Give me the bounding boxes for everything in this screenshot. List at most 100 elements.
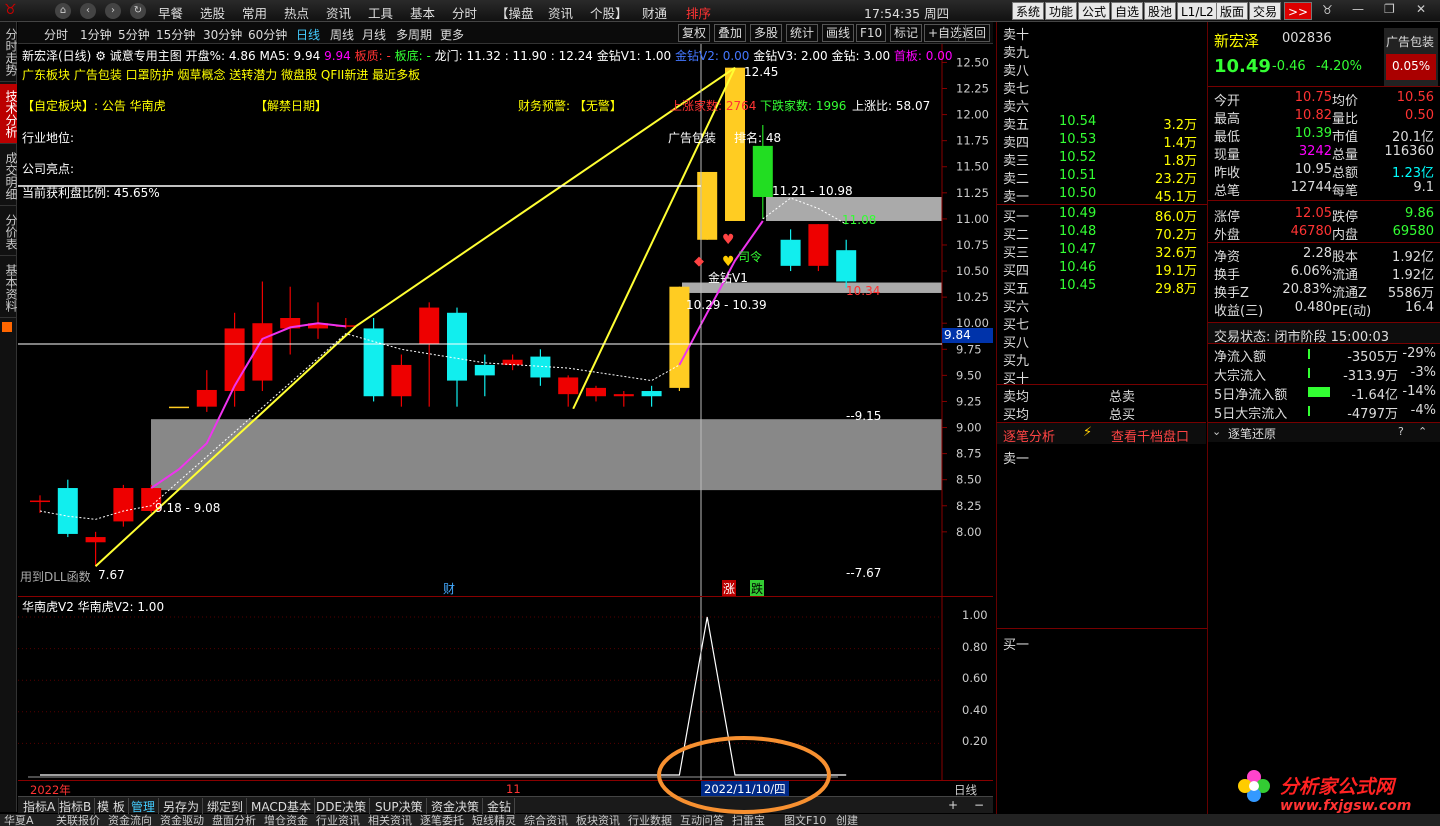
btn-stock-pool[interactable]: 股池 bbox=[1144, 2, 1177, 20]
menu-news[interactable]: 资讯 bbox=[326, 3, 351, 22]
menu-stock[interactable]: 个股】 bbox=[590, 3, 628, 22]
tool-restore-rights[interactable]: 复权 bbox=[678, 24, 711, 42]
tool-f10[interactable]: F10 bbox=[856, 24, 887, 42]
ask-level-price[interactable]: 10.51 bbox=[1059, 168, 1096, 183]
tool-stats[interactable]: 统计 bbox=[786, 24, 819, 42]
bid-level-price[interactable]: 10.45 bbox=[1059, 278, 1096, 293]
refresh-icon[interactable]: ↻ bbox=[130, 3, 146, 19]
menu-common[interactable]: 常用 bbox=[242, 3, 267, 22]
ind-dde[interactable]: DDE决策 bbox=[313, 798, 371, 815]
ask-level-price[interactable]: 10.53 bbox=[1059, 132, 1096, 147]
tab-technical[interactable]: 技术分析 bbox=[0, 84, 18, 144]
tool-multi-stock[interactable]: 多股 bbox=[750, 24, 783, 42]
gear-icon[interactable]: ⚙ bbox=[95, 49, 106, 63]
bid-level-price[interactable]: 10.48 bbox=[1059, 224, 1096, 239]
bottom-tab[interactable]: 增仓资金 bbox=[264, 814, 308, 826]
btn-more[interactable]: >> bbox=[1284, 2, 1313, 20]
menu-hotspot[interactable]: 热点 bbox=[284, 3, 309, 22]
period-15min[interactable]: 15分钟 bbox=[156, 26, 195, 43]
ind-b[interactable]: 指标B bbox=[56, 798, 96, 815]
minimize-icon[interactable]: — bbox=[1352, 2, 1364, 16]
indicator-chart[interactable] bbox=[18, 596, 993, 780]
bottom-tab[interactable]: 华夏A bbox=[4, 814, 34, 826]
period-weekly[interactable]: 周线 bbox=[330, 26, 354, 43]
bottom-tab[interactable]: 创建 bbox=[836, 814, 858, 826]
btn-function[interactable]: 功能 bbox=[1045, 2, 1078, 20]
bottom-tab[interactable]: 资金流向 bbox=[108, 814, 152, 826]
bid-level-price[interactable]: 10.49 bbox=[1059, 206, 1096, 221]
bottom-tab[interactable]: 综合资讯 bbox=[524, 814, 568, 826]
main-formula-name[interactable]: 诚意专用主图 bbox=[110, 49, 182, 63]
help-icon[interactable]: ? bbox=[1398, 425, 1404, 438]
marker-limit-up[interactable]: 涨 bbox=[722, 580, 737, 597]
btn-formula[interactable]: 公式 bbox=[1078, 2, 1111, 20]
close-icon[interactable]: ✕ bbox=[1416, 2, 1426, 16]
menu-sort[interactable]: 排序 bbox=[686, 3, 711, 22]
bottom-tab[interactable]: 逐笔委托 bbox=[420, 814, 464, 826]
tool-back[interactable]: 返回 bbox=[958, 24, 991, 42]
menu-caitong[interactable]: 财通 bbox=[642, 3, 667, 22]
period-30min[interactable]: 30分钟 bbox=[203, 26, 242, 43]
back-icon[interactable]: ‹ bbox=[80, 3, 96, 19]
period-timeshare[interactable]: 分时 bbox=[44, 26, 68, 43]
btn-watchlist[interactable]: 自选 bbox=[1111, 2, 1144, 20]
ind-macd[interactable]: MACD基本 bbox=[248, 798, 315, 815]
menu-stock-select[interactable]: 选股 bbox=[200, 3, 225, 22]
ind-manage[interactable]: 管理 bbox=[128, 798, 160, 815]
bottom-tab[interactable]: 相关资讯 bbox=[368, 814, 412, 826]
ask-level-price[interactable]: 10.52 bbox=[1059, 150, 1096, 165]
bottom-tab[interactable]: 短线精灵 bbox=[472, 814, 516, 826]
bottom-tab[interactable]: 行业资讯 bbox=[316, 814, 360, 826]
ask-level-price[interactable]: 10.54 bbox=[1059, 114, 1096, 129]
ind-template[interactable]: 模 板 bbox=[94, 798, 129, 815]
menu-timeshare[interactable]: 分时 bbox=[452, 3, 477, 22]
ind-fund[interactable]: 资金决策 bbox=[428, 798, 484, 815]
tool-overlay[interactable]: 叠加 bbox=[714, 24, 747, 42]
forward-icon[interactable]: › bbox=[105, 3, 121, 19]
ind-jinzuan[interactable]: 金钻 bbox=[484, 798, 516, 815]
marker-finance[interactable]: 财 bbox=[443, 580, 455, 597]
bottom-tab[interactable]: 关联报价 bbox=[56, 814, 100, 826]
btn-layout[interactable]: 版面 bbox=[1216, 2, 1249, 20]
home-icon[interactable]: ⌂ bbox=[55, 3, 71, 19]
menu-tools[interactable]: 工具 bbox=[368, 3, 393, 22]
collapse-icon[interactable]: ⌃ bbox=[1418, 425, 1427, 438]
menu-breakfast[interactable]: 早餐 bbox=[158, 3, 183, 22]
collapse-arrow-icon[interactable] bbox=[2, 322, 12, 332]
chevron-down-icon[interactable]: ⌄ bbox=[1212, 425, 1221, 438]
zoom-in-icon[interactable]: + bbox=[948, 798, 958, 812]
bid-level-price[interactable]: 10.47 bbox=[1059, 242, 1096, 257]
period-monthly[interactable]: 月线 bbox=[362, 26, 386, 43]
tab-basic-info[interactable]: 基本资料 bbox=[0, 258, 18, 318]
ask-level-price[interactable]: 10.50 bbox=[1059, 186, 1096, 201]
tab-deals[interactable]: 成交明细 bbox=[0, 146, 18, 206]
tick-analysis-tab[interactable]: 逐笔分析 bbox=[1003, 426, 1055, 445]
marker-limit-down[interactable]: 跌 bbox=[750, 580, 765, 597]
ind-a[interactable]: 指标A bbox=[20, 798, 60, 815]
period-60min[interactable]: 60分钟 bbox=[248, 26, 287, 43]
bottom-tab[interactable]: 板块资讯 bbox=[576, 814, 620, 826]
btn-trade[interactable]: 交易 bbox=[1249, 2, 1282, 20]
period-more[interactable]: 更多 bbox=[440, 26, 464, 43]
period-daily[interactable]: 日线 bbox=[296, 26, 320, 43]
tab-timeshare[interactable]: 分时走势 bbox=[0, 22, 18, 82]
tool-mark[interactable]: 标记 bbox=[890, 24, 923, 42]
menu-trade[interactable]: 【操盘 bbox=[496, 3, 534, 22]
zoom-out-icon[interactable]: − bbox=[974, 798, 984, 812]
bottom-tab[interactable]: 盘面分析 bbox=[212, 814, 256, 826]
maximize-icon[interactable]: ❐ bbox=[1384, 2, 1395, 16]
bid-level-price[interactable]: 10.46 bbox=[1059, 260, 1096, 275]
tool-draw-line[interactable]: 画线 bbox=[822, 24, 855, 42]
period-5min[interactable]: 5分钟 bbox=[118, 26, 150, 43]
tick-restore-label[interactable]: 逐笔还原 bbox=[1228, 425, 1276, 442]
ind-bind[interactable]: 绑定到 bbox=[204, 798, 248, 815]
view-depth-link[interactable]: 查看千档盘口 bbox=[1111, 426, 1189, 445]
ind-sup[interactable]: SUP决策 bbox=[372, 798, 427, 815]
btn-level[interactable]: L1/L2 bbox=[1177, 2, 1218, 20]
tab-price-table[interactable]: 分价表 bbox=[0, 208, 18, 256]
ind-save-as[interactable]: 另存为 bbox=[160, 798, 204, 815]
bottom-tab[interactable]: 资金驱动 bbox=[160, 814, 204, 826]
period-1min[interactable]: 1分钟 bbox=[80, 26, 112, 43]
sector-tag-box[interactable]: 广告包装 0.05% bbox=[1384, 28, 1438, 86]
btn-system[interactable]: 系统 bbox=[1012, 2, 1045, 20]
